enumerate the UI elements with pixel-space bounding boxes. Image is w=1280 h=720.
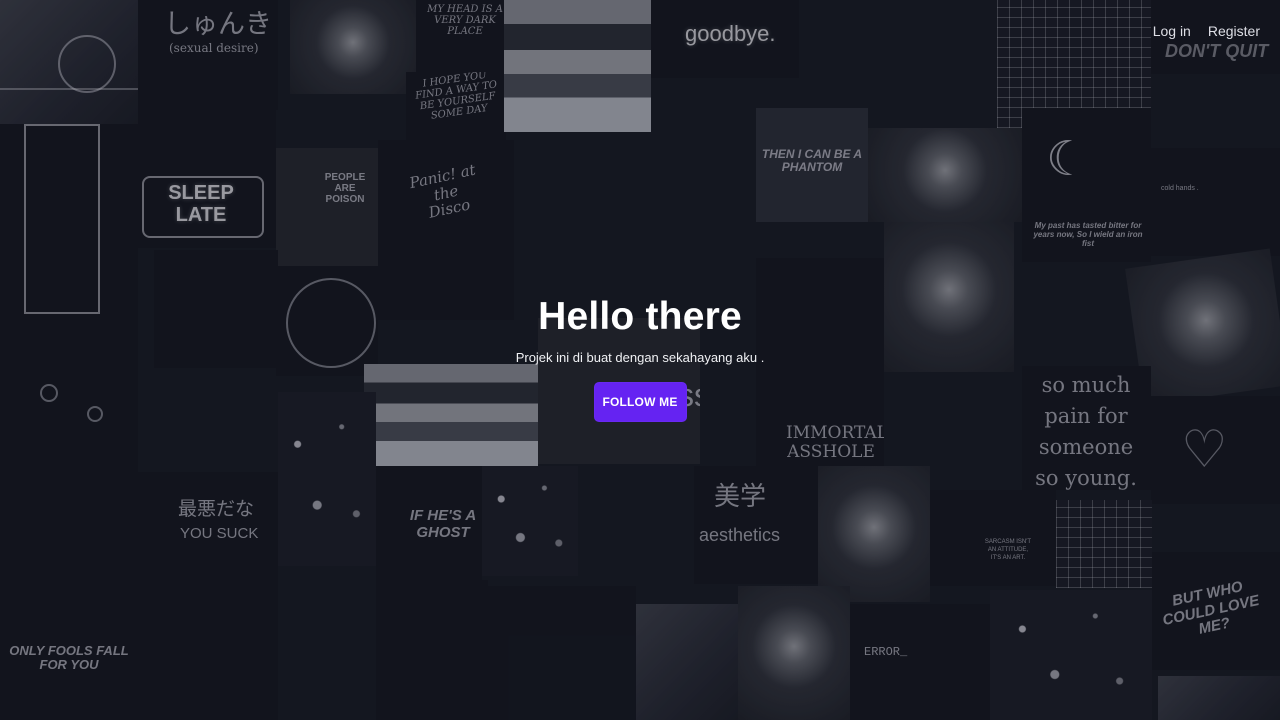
hero-title: Hello there	[538, 295, 742, 338]
hero-subtitle: Projek ini di buat dengan sekahayang aku…	[515, 350, 765, 365]
landing-page: しゅんき (sexual desire) MY HEAD IS A VERY D…	[0, 0, 1280, 720]
top-navigation: Log in Register	[1153, 22, 1260, 40]
login-link[interactable]: Log in	[1153, 22, 1191, 40]
follow-me-button[interactable]: FOLLOW ME	[593, 382, 687, 422]
register-link[interactable]: Register	[1208, 22, 1260, 40]
hero-section: Hello there Projek ini di buat dengan se…	[0, 296, 1280, 422]
